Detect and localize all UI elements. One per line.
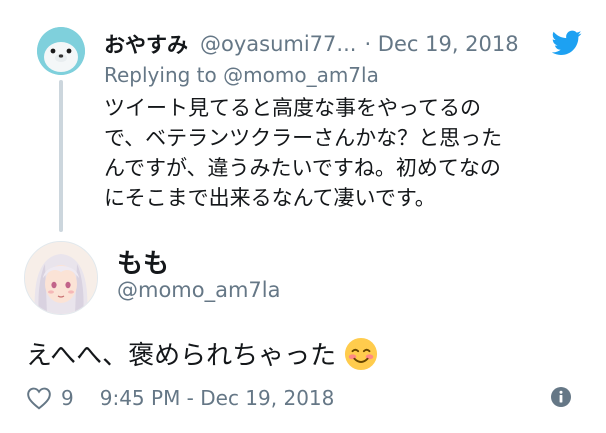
replying-to: Replying to @momo_am7la xyxy=(104,63,379,87)
thread-line xyxy=(59,80,63,232)
replying-to-handle-link[interactable]: @momo_am7la xyxy=(223,63,379,87)
tweet-author-handle[interactable]: @momo_am7la xyxy=(117,278,281,302)
twitter-bird-icon xyxy=(552,30,582,55)
like-count: 9 xyxy=(61,386,74,410)
tweet-timestamp[interactable]: 9:45 PM - Dec 19, 2018 xyxy=(100,386,335,410)
reply-author-name[interactable]: おやすみ xyxy=(104,29,188,59)
tweet-footer: 9 9:45 PM - Dec 19, 2018 xyxy=(26,384,582,412)
seal-avatar-icon xyxy=(37,27,85,75)
tweet-text: えへへ、褒められちゃった xyxy=(26,335,378,372)
info-icon[interactable] xyxy=(550,386,572,408)
reply-author-handle[interactable]: @oyasumi77... xyxy=(200,32,356,56)
reply-header: おやすみ @oyasumi77... · Dec 19, 2018 xyxy=(104,28,574,60)
reply-avatar[interactable] xyxy=(37,27,85,75)
reply-text-line: にそこまで出来るなんて凄いです。 xyxy=(104,186,436,210)
tweet-text-content: えへへ、褒められちゃった xyxy=(26,341,337,371)
reply-text-line: ツイート見てると高度な事をやってるの xyxy=(104,96,481,120)
like-button[interactable]: 9 xyxy=(26,386,100,410)
reply-text-line: で、ベテランツクラーさんかな？と思った xyxy=(104,126,503,150)
heart-icon xyxy=(27,387,51,410)
reply-text: ツイート見てると高度な事をやってるの で、ベテランツクラーさんかな？と思った ん… xyxy=(104,93,574,213)
reply-text-line: んですが、違うみたいですね。初めてなの xyxy=(104,156,501,180)
reply-date[interactable]: · Dec 19, 2018 xyxy=(364,32,518,56)
smiling-face-with-blush-icon xyxy=(345,337,378,370)
tweet-author-name[interactable]: もも xyxy=(117,243,169,280)
replying-to-prefix: Replying to xyxy=(104,63,217,87)
tweet-avatar[interactable] xyxy=(24,241,98,315)
anime-girl-avatar-icon xyxy=(25,242,97,314)
